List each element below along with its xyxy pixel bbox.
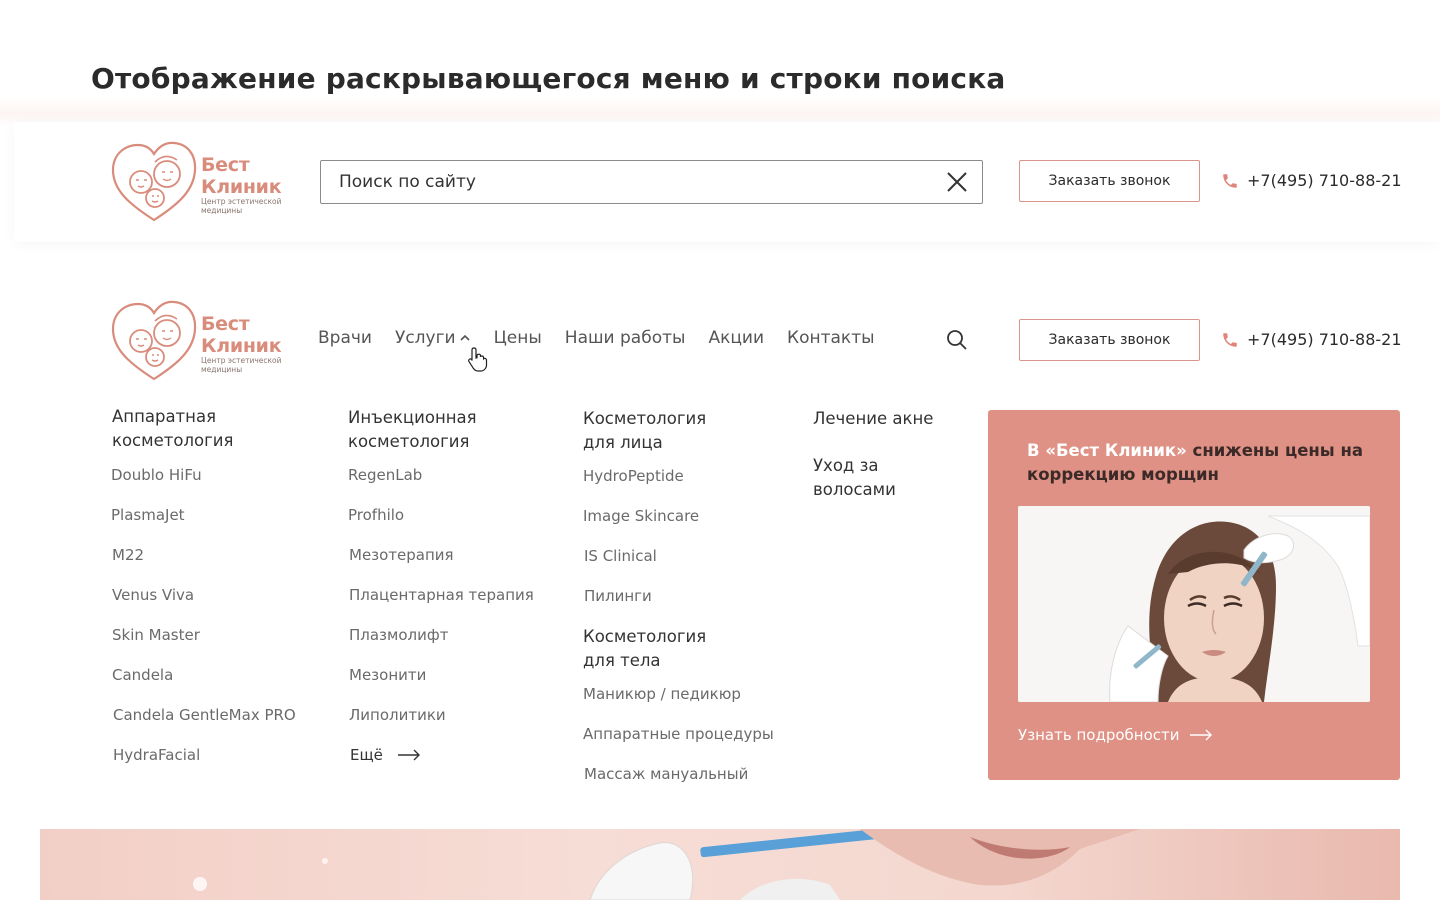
logo-subtitle: Центр эстетической медицины	[201, 197, 282, 215]
menu-link[interactable]: Мезонити	[349, 666, 426, 684]
menu-link[interactable]: Profhilo	[348, 506, 404, 524]
menu-link[interactable]: Аппаратные процедуры	[583, 725, 774, 743]
logo[interactable]: Бест Клиник Центр эстетической медицины	[111, 140, 291, 224]
search-icon[interactable]	[946, 329, 968, 351]
menu-link[interactable]: Липолитики	[349, 706, 446, 724]
menu-link[interactable]: Image Skincare	[583, 507, 699, 525]
menu-link[interactable]: Мезотерапия	[349, 546, 454, 564]
menu-heading-hardware[interactable]: Аппаратная косметология	[112, 405, 332, 453]
promo-image	[1018, 506, 1370, 702]
menu-link[interactable]: Doublo HiFu	[111, 466, 202, 484]
promo-text: В «Бест Клиник» снижены цены на коррекци…	[1027, 441, 1363, 484]
logo-subtitle: Центр эстетической медицины	[201, 356, 282, 374]
logo-heart-icon	[111, 141, 197, 222]
hero-banner	[40, 829, 1400, 900]
callback-button[interactable]: Заказать звонок	[1019, 160, 1200, 202]
nav-item-contacts[interactable]: Контакты	[787, 328, 875, 348]
menu-heading-hair[interactable]: Уход за волосами	[813, 454, 973, 502]
phone-link[interactable]: +7(495) 710-88-21	[1221, 330, 1402, 349]
arrow-right-icon	[1190, 729, 1213, 741]
callback-button[interactable]: Заказать звонок	[1019, 319, 1200, 361]
main-nav: Врачи Услуги Цены Наши работы Акции Конт…	[318, 328, 898, 348]
menu-heading-body[interactable]: Косметология для тела	[583, 625, 803, 673]
menu-more-link[interactable]: Ещё	[350, 746, 421, 764]
logo-heart-icon	[111, 300, 197, 381]
menu-heading-injection[interactable]: Инъекционная косметология	[348, 406, 568, 454]
menu-link[interactable]: Candela	[112, 666, 173, 684]
logo-title: Бест Клиник	[201, 313, 282, 357]
nav-item-prices[interactable]: Цены	[494, 328, 542, 348]
page-heading: Отображение раскрывающегося меню и строк…	[91, 62, 1006, 95]
menu-link[interactable]: Пилинги	[584, 587, 652, 605]
promo-link-label: Узнать подробности	[1018, 726, 1180, 744]
nav-item-works[interactable]: Наши работы	[565, 328, 686, 348]
nav-item-doctors[interactable]: Врачи	[318, 328, 372, 348]
menu-link[interactable]: Candela GentleMax PRO	[113, 706, 296, 724]
promo-more-link[interactable]: Узнать подробности	[1018, 726, 1213, 744]
nav-item-label: Услуги	[394, 328, 456, 348]
phone-icon	[1221, 331, 1239, 349]
nav-item-promos[interactable]: Акции	[708, 328, 764, 348]
chevron-up-icon	[460, 334, 470, 341]
search-field	[320, 160, 983, 204]
menu-link[interactable]: Venus Viva	[112, 586, 194, 604]
menu-link[interactable]: PlasmaJet	[111, 506, 185, 524]
logo-title: Бест Клиник	[201, 154, 282, 198]
hand-pointer-icon	[468, 347, 488, 372]
menu-heading-face[interactable]: Косметология для лица	[583, 407, 803, 455]
nav-item-services[interactable]: Услуги	[395, 328, 471, 348]
menu-link[interactable]: Плацентарная терапия	[349, 586, 534, 604]
phone-number: +7(495) 710-88-21	[1247, 171, 1402, 190]
menu-link[interactable]: IS Clinical	[584, 547, 657, 565]
arrow-right-icon	[397, 749, 420, 761]
search-input[interactable]	[339, 161, 929, 203]
more-label: Ещё	[350, 746, 383, 764]
promo-card: В «Бест Клиник» снижены цены на коррекци…	[988, 410, 1400, 780]
menu-link[interactable]: RegenLab	[348, 466, 422, 484]
menu-heading-acne[interactable]: Лечение акне	[813, 407, 973, 431]
menu-link[interactable]: M22	[112, 546, 144, 564]
phone-link[interactable]: +7(495) 710-88-21	[1221, 171, 1402, 190]
menu-link[interactable]: HydraFacial	[113, 746, 200, 764]
menu-link[interactable]: Маникюр / педикюр	[583, 685, 741, 703]
menu-link[interactable]: HydroPeptide	[583, 467, 684, 485]
menu-link[interactable]: Плазмолифт	[349, 626, 448, 644]
logo[interactable]: Бест Клиник Центр эстетической медицины	[111, 299, 291, 383]
phone-icon	[1221, 172, 1239, 190]
menu-link[interactable]: Skin Master	[112, 626, 200, 644]
menu-link[interactable]: Массаж мануальный	[584, 765, 748, 783]
close-icon[interactable]	[945, 170, 969, 194]
phone-number: +7(495) 710-88-21	[1247, 330, 1402, 349]
